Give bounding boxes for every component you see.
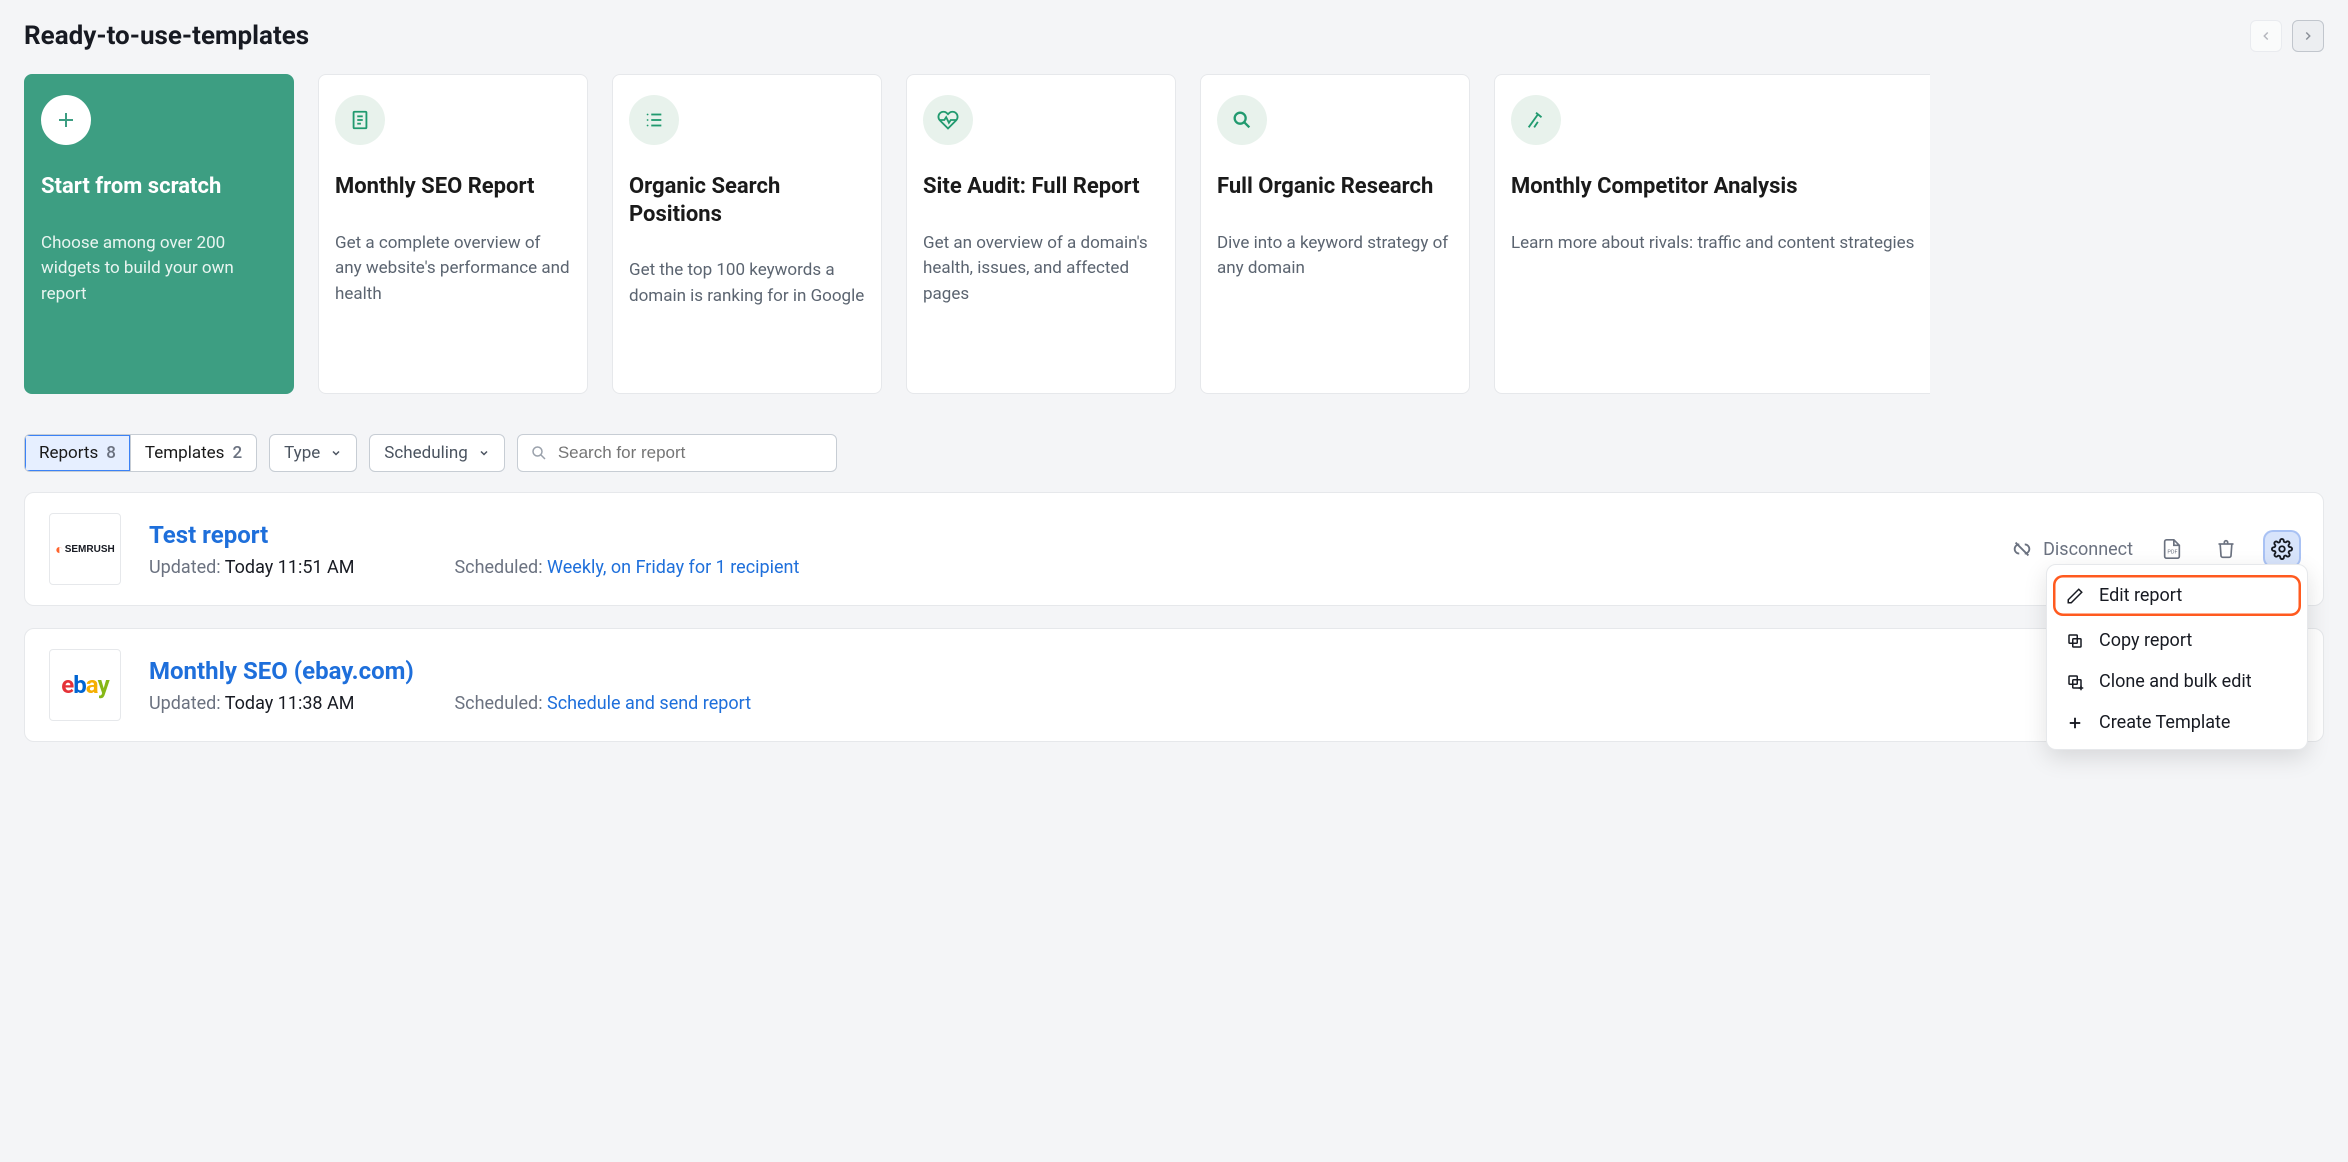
chevron-down-icon — [330, 447, 342, 459]
clone-edit-icon — [2065, 673, 2085, 691]
dropdown-label: Type — [284, 443, 320, 463]
template-card-desc: Dive into a keyword strategy of any doma… — [1217, 231, 1453, 282]
reports-list: ◐SEMRUSH Test report Updated: Today 11:5… — [24, 492, 2324, 742]
template-card-title: Organic Search Positions — [629, 173, 865, 228]
menu-label: Edit report — [2099, 585, 2182, 606]
scheduled-label: Scheduled: — [454, 557, 542, 578]
template-card-start-from-scratch[interactable]: Start from scratch Choose among over 200… — [24, 74, 294, 394]
heart-pulse-icon — [923, 95, 973, 145]
plus-icon — [41, 95, 91, 145]
search-input[interactable] — [558, 443, 824, 463]
settings-gear-button[interactable] — [2265, 532, 2299, 566]
carousel-prev-button[interactable] — [2250, 20, 2282, 52]
template-card-title: Start from scratch — [41, 173, 277, 201]
plus-icon — [2065, 714, 2085, 732]
template-card-desc: Get an overview of a domain's health, is… — [923, 231, 1159, 308]
template-card-monthly-competitor-analysis[interactable]: Monthly Competitor Analysis Learn more a… — [1494, 74, 1930, 394]
menu-edit-report[interactable]: Edit report — [2053, 575, 2301, 616]
tabs-reports-templates: Reports 8 Templates 2 — [24, 434, 257, 472]
pdf-download-button[interactable]: PDF — [2157, 534, 2187, 564]
disconnect-label: Disconnect — [2043, 539, 2133, 560]
tab-count: 8 — [106, 443, 116, 463]
gear-dropdown-menu: Edit report Copy report Clone and bulk e… — [2046, 564, 2308, 750]
report-thumbnail-ebay: ebay — [49, 649, 121, 721]
template-card-desc: Learn more about rivals: traffic and con… — [1511, 231, 1914, 257]
menu-copy-report[interactable]: Copy report — [2047, 620, 2307, 661]
search-icon — [530, 444, 548, 462]
template-card-desc: Get a complete overview of any website's… — [335, 231, 571, 308]
menu-clone-bulk-edit[interactable]: Clone and bulk edit — [2047, 661, 2307, 702]
menu-create-template[interactable]: Create Template — [2047, 702, 2307, 743]
tab-label: Templates — [145, 443, 225, 463]
template-card-title: Site Audit: Full Report — [923, 173, 1159, 201]
menu-label: Copy report — [2099, 630, 2192, 651]
svg-text:PDF: PDF — [2167, 550, 2177, 556]
copy-icon — [2065, 632, 2085, 650]
tab-label: Reports — [39, 443, 98, 463]
tab-reports[interactable]: Reports 8 — [25, 435, 130, 471]
type-dropdown[interactable]: Type — [269, 434, 357, 472]
gear-icon — [2271, 538, 2293, 560]
pdf-icon: PDF — [2161, 538, 2183, 560]
scheduling-dropdown[interactable]: Scheduling — [369, 434, 505, 472]
template-card-desc: Choose among over 200 widgets to build y… — [41, 231, 277, 308]
report-row: ebay Monthly SEO (ebay.com) Updated: Tod… — [24, 628, 2324, 742]
filter-bar: Reports 8 Templates 2 Type Scheduling — [24, 434, 2324, 472]
scheduled-link[interactable]: Weekly, on Friday for 1 recipient — [547, 557, 799, 578]
template-card-title: Full Organic Research — [1217, 173, 1453, 201]
search-input-wrap[interactable] — [517, 434, 837, 472]
template-card-title: Monthly SEO Report — [335, 173, 571, 201]
template-card-full-organic-research[interactable]: Full Organic Research Dive into a keywor… — [1200, 74, 1470, 394]
telescope-icon — [1511, 95, 1561, 145]
search-icon — [1217, 95, 1267, 145]
scheduled-label: Scheduled: — [454, 693, 542, 714]
dropdown-label: Scheduling — [384, 443, 468, 463]
template-card-site-audit-full-report[interactable]: Site Audit: Full Report Get an overview … — [906, 74, 1176, 394]
delete-button[interactable] — [2211, 534, 2241, 564]
section-title: Ready-to-use-templates — [24, 21, 309, 51]
template-card-title: Monthly Competitor Analysis — [1511, 173, 1914, 201]
updated-label: Updated: — [149, 693, 221, 714]
pencil-icon — [2065, 587, 2085, 605]
report-thumbnail-semrush: ◐SEMRUSH — [49, 513, 121, 585]
disconnect-icon — [2011, 538, 2033, 560]
tab-templates[interactable]: Templates 2 — [130, 435, 256, 471]
list-icon — [629, 95, 679, 145]
template-cards-row: Start from scratch Choose among over 200… — [24, 74, 2324, 394]
report-row: ◐SEMRUSH Test report Updated: Today 11:5… — [24, 492, 2324, 606]
chevron-right-icon — [2301, 29, 2315, 43]
scheduled-link[interactable]: Schedule and send report — [547, 693, 751, 714]
menu-label: Create Template — [2099, 712, 2230, 733]
updated-label: Updated: — [149, 557, 221, 578]
disconnect-button[interactable]: Disconnect — [2011, 538, 2133, 560]
report-title-link[interactable]: Monthly SEO (ebay.com) — [149, 657, 2227, 685]
report-title-link[interactable]: Test report — [149, 521, 1983, 549]
updated-value: Today 11:38 AM — [225, 693, 355, 714]
chevron-down-icon — [478, 447, 490, 459]
chevron-left-icon — [2259, 29, 2273, 43]
carousel-next-button[interactable] — [2292, 20, 2324, 52]
tab-count: 2 — [232, 443, 242, 463]
menu-label: Clone and bulk edit — [2099, 671, 2252, 692]
template-card-desc: Get the top 100 keywords a domain is ran… — [629, 258, 865, 309]
template-card-organic-search-positions[interactable]: Organic Search Positions Get the top 100… — [612, 74, 882, 394]
updated-value: Today 11:51 AM — [225, 557, 355, 578]
document-icon — [335, 95, 385, 145]
template-card-monthly-seo-report[interactable]: Monthly SEO Report Get a complete overvi… — [318, 74, 588, 394]
trash-icon — [2216, 539, 2236, 559]
carousel-nav — [2250, 20, 2324, 52]
